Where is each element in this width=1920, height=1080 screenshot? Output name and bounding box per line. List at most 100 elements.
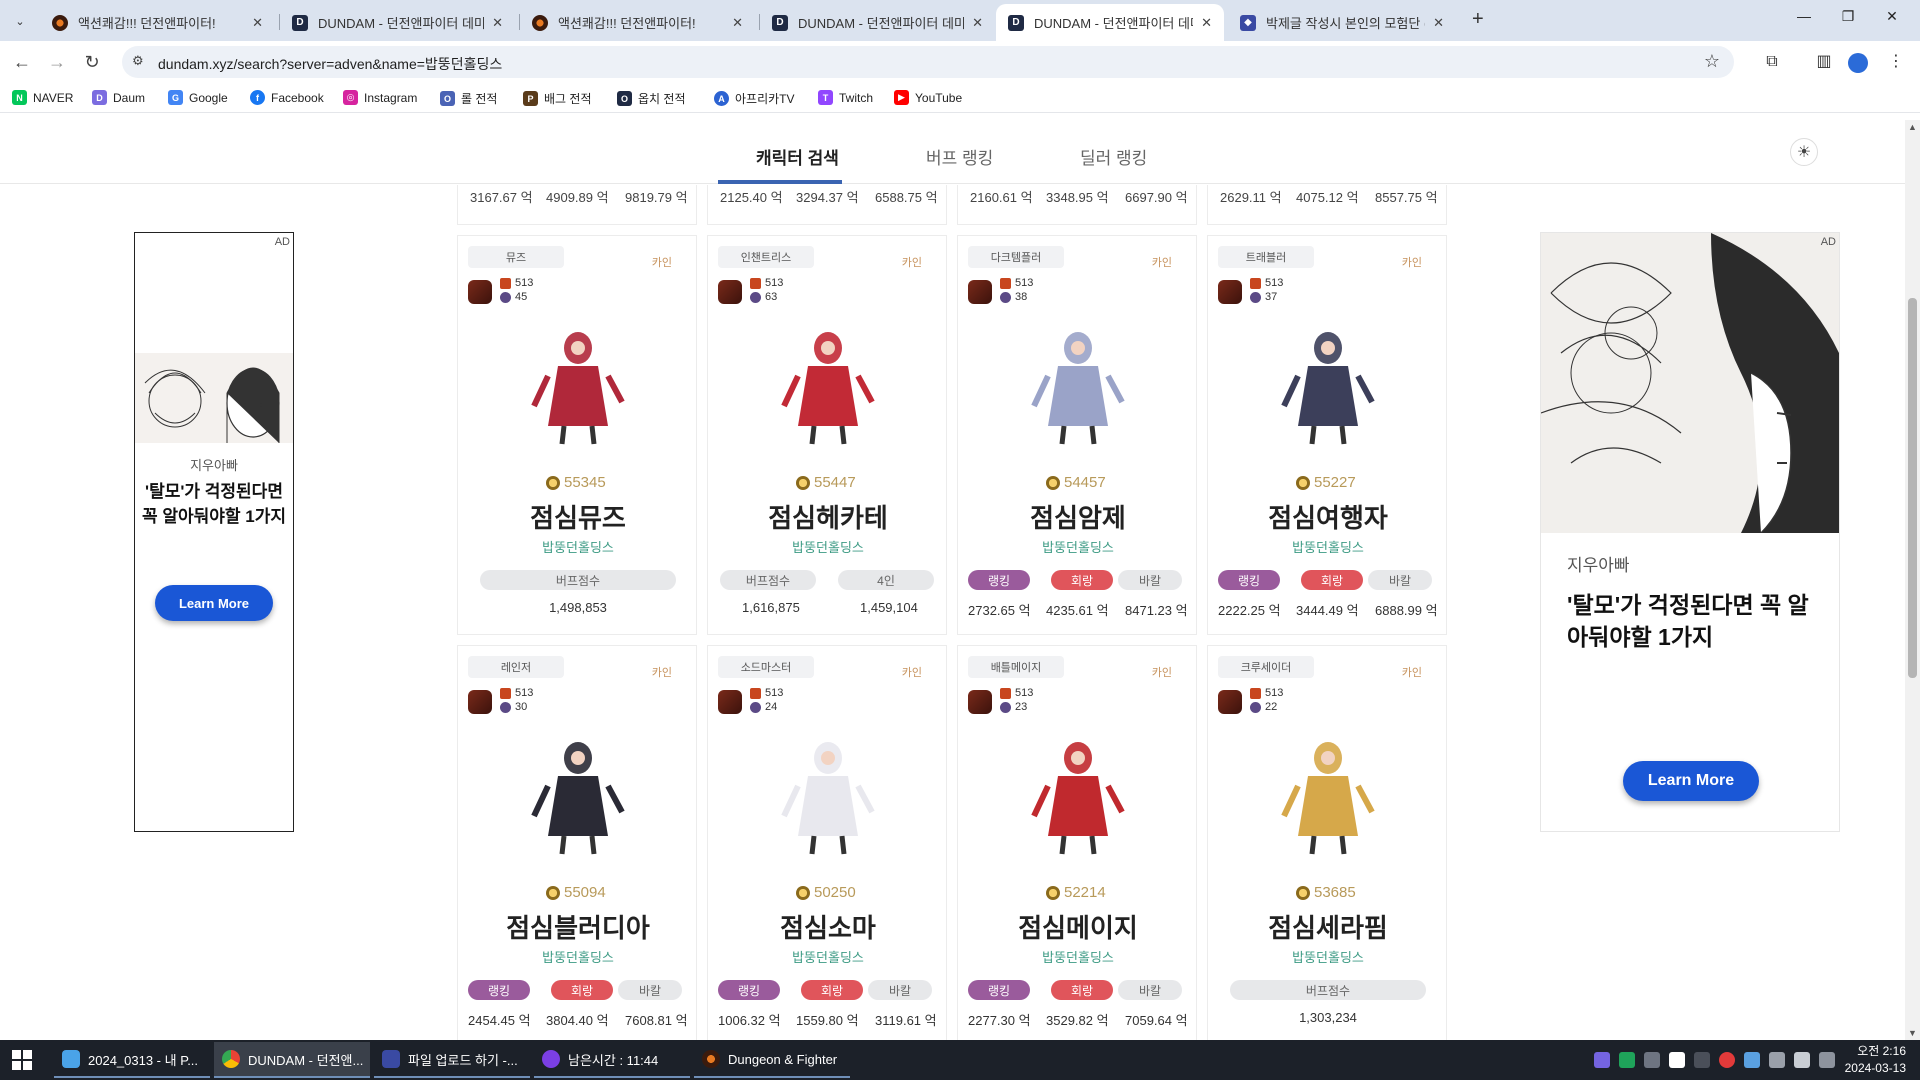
clock-date: 2024-03-13 <box>1844 1061 1906 1075</box>
character-card[interactable]: 크루세이더 카인 513 22 53685 점심세라핌 밥뚱던홀딩스 버프점수 1,303,23… <box>1207 645 1447 1040</box>
network-icon[interactable] <box>1769 1052 1785 1068</box>
game-favicon-icon <box>532 14 548 31</box>
character-name[interactable]: 점심세라핌 <box>1208 908 1448 945</box>
character-name[interactable]: 점심메이지 <box>958 908 1198 945</box>
tray-app-icon[interactable] <box>1744 1052 1760 1068</box>
site-info-icon[interactable]: ⚙ <box>132 53 144 69</box>
taskbar-file-explorer[interactable]: 2024_0313 - 내 P... <box>54 1042 210 1078</box>
browser-tab-6[interactable]: ◆ 박제글 작성시 본인의 모험단 ( ✕ <box>1228 4 1456 41</box>
restore-icon[interactable]: ❐ <box>1826 8 1870 25</box>
tab-search-chevron-icon[interactable]: ⌄ <box>8 9 32 33</box>
ad-learn-more-button[interactable]: Learn More <box>155 585 273 621</box>
tab-buff-ranking[interactable]: 버프 랭킹 <box>926 144 993 169</box>
bookmark-afreecatv[interactable]: A 아프리카TV <box>714 90 795 107</box>
windows-taskbar: 2024_0313 - 내 P... DUNDAM - 던전앤... 파일 업로… <box>0 1040 1920 1080</box>
forward-arrow-icon[interactable]: → <box>45 50 69 74</box>
url-text[interactable]: dundam.xyz/search?server=adven&name=밥뚱던홀… <box>158 54 502 74</box>
close-window-icon[interactable]: ✕ <box>1870 8 1914 25</box>
taskbar-chrome[interactable]: DUNDAM - 던전앤... <box>214 1042 370 1078</box>
address-bar[interactable]: ⚙ dundam.xyz/search?server=adven&name=밥뚱… <box>122 46 1734 78</box>
bookmark-star-icon[interactable]: ☆ <box>1704 51 1720 72</box>
tray-app-icon[interactable] <box>1719 1052 1735 1068</box>
bookmark-google[interactable]: G Google <box>168 90 228 105</box>
character-name[interactable]: 점심소마 <box>708 908 948 945</box>
character-name[interactable]: 점심여행자 <box>1208 498 1448 535</box>
taskbar-timer[interactable]: 남은시간 : 11:44 <box>534 1042 690 1078</box>
character-card[interactable]: 배틀메이지 카인 513 23 52214 점심메이지 밥뚱던홀딩스 랭킹 2277.30 억 회… <box>957 645 1197 1040</box>
close-icon[interactable]: ✕ <box>1193 15 1212 31</box>
character-sprite-icon <box>781 332 875 445</box>
character-name[interactable]: 점심암제 <box>958 498 1198 535</box>
damage-value: 7608.81 억 <box>625 1013 688 1028</box>
browser-tab-2[interactable]: D DUNDAM - 던전앤파이터 데미 ✕ <box>280 4 515 41</box>
bookmark-pubg[interactable]: P 배그 전적 <box>523 90 592 107</box>
character-card[interactable]: 다크템플러 카인 513 38 54457 점심암제 밥뚱던홀딩스 랭킹 2732.65 억 회랑… <box>957 235 1197 635</box>
back-arrow-icon[interactable]: ← <box>10 50 34 74</box>
tab-character-search[interactable]: 캐릭터 검색 <box>756 144 839 169</box>
close-icon[interactable]: ✕ <box>964 15 983 31</box>
bookmark-instagram[interactable]: ◎ Instagram <box>343 90 417 105</box>
game-favicon-icon <box>52 14 68 31</box>
profile-avatar-icon[interactable] <box>1848 53 1868 73</box>
file-explorer-icon <box>62 1050 80 1068</box>
close-icon[interactable]: ✕ <box>484 15 503 31</box>
character-card[interactable]: 소드마스터 카인 513 24 50250 점심소마 밥뚱던홀딩스 랭킹 1006.32 억 회랑… <box>707 645 947 1040</box>
character-card[interactable]: 트래블러 카인 513 37 55227 점심여행자 밥뚱던홀딩스 랭킹 2222.25 억 회랑… <box>1207 235 1447 635</box>
server-name: 카인 <box>1401 667 1422 679</box>
extensions-puzzle-icon[interactable]: ⧉ <box>1760 50 1784 74</box>
close-icon[interactable]: ✕ <box>244 15 263 31</box>
bookmark-label: Instagram <box>364 90 418 105</box>
page-scrollbar[interactable]: ▲ ▼ <box>1905 120 1920 1040</box>
tab-title: DUNDAM - 던전앤파이터 데미 <box>1034 16 1194 31</box>
ad-learn-more-button[interactable]: Learn More <box>1623 761 1759 801</box>
buff-score-value: 1,498,853 <box>549 600 607 615</box>
windows-start-icon[interactable] <box>12 1050 32 1070</box>
browser-tab-1[interactable]: 액션쾌감!!! 던전앤파이터! ✕ <box>40 4 275 41</box>
bookmark-twitch[interactable]: T Twitch <box>818 90 873 105</box>
close-icon[interactable]: ✕ <box>1425 15 1444 31</box>
volume-icon[interactable] <box>1794 1052 1810 1068</box>
taskbar-dungeon-fighter[interactable]: Dungeon & Fighter <box>694 1042 850 1078</box>
bookmark-lol[interactable]: O 롤 전적 <box>440 90 497 107</box>
tray-app-icon[interactable] <box>1694 1052 1710 1068</box>
bookmark-daum[interactable]: D Daum <box>92 90 145 105</box>
new-tab-plus-icon[interactable]: + <box>1472 8 1484 31</box>
tray-app-icon[interactable] <box>1644 1052 1660 1068</box>
browser-tab-4[interactable]: D DUNDAM - 던전앤파이터 데미 ✕ <box>760 4 995 41</box>
tray-app-icon[interactable] <box>1594 1052 1610 1068</box>
character-card[interactable]: 레인저 카인 513 30 55094 점심블러디아 밥뚱던홀딩스 랭킹 2454.45 억 회랑… <box>457 645 697 1040</box>
character-card[interactable]: 뮤즈 카인 513 45 55345 점심뮤즈 밥뚱던홀딩스 버프점수 1,498,853 <box>457 235 697 635</box>
tab-dealer-ranking[interactable]: 딜러 랭킹 <box>1080 144 1147 169</box>
bookmark-overwatch[interactable]: O 옵치 전적 <box>617 90 686 107</box>
reload-icon[interactable]: ↻ <box>80 50 104 74</box>
side-panel-icon[interactable]: ▥ <box>1812 50 1836 74</box>
character-name[interactable]: 점심헤카테 <box>708 498 948 535</box>
bookmark-youtube[interactable]: ▶ YouTube <box>894 90 962 105</box>
bookmark-facebook[interactable]: f Facebook <box>250 90 324 105</box>
ad-banner-right[interactable]: AD 지우아빠 '탈모'가 걱정된다면 꼭 알아둬야할 1가지 Learn Mo… <box>1540 232 1840 832</box>
notification-icon[interactable] <box>1819 1052 1835 1068</box>
browser-tab-5-active[interactable]: D DUNDAM - 던전앤파이터 데미 ✕ <box>996 4 1224 41</box>
theme-toggle-sun-icon[interactable]: ☀ <box>1790 138 1818 166</box>
minimize-icon[interactable]: — <box>1782 8 1826 24</box>
ad-banner-left[interactable]: AD 지우아빠 '탈모'가 걱정된다면 꼭 알아둬야할 1가지 Learn Mo… <box>134 232 294 832</box>
character-card[interactable]: 인챈트리스 카인 513 63 55447 점심헤카테 밥뚱던홀딩스 버프점수 4인 1,616,… <box>707 235 947 635</box>
character-name[interactable]: 점심블러디아 <box>458 908 698 945</box>
taskbar-file-upload[interactable]: 파일 업로드 하기 -... <box>374 1042 530 1078</box>
scroll-up-arrow-icon[interactable]: ▲ <box>1908 122 1917 132</box>
tray-app-icon[interactable] <box>1669 1052 1685 1068</box>
prev-card-row-4: 2629.11 억 4075.12 억 8557.75 억 <box>1207 185 1447 225</box>
tray-app-icon[interactable] <box>1619 1052 1635 1068</box>
taskbar-label: 2024_0313 - 내 P... <box>88 1052 199 1068</box>
bookmarks-bar: N NAVER D Daum G Google f Facebook ◎ Instagra… <box>0 83 1920 113</box>
scroll-down-arrow-icon[interactable]: ▼ <box>1908 1028 1917 1038</box>
hoe-badge: 회랑 <box>1051 570 1113 590</box>
damage-value: 4235.61 억 <box>1046 603 1109 618</box>
system-clock[interactable]: 오전 2:16 2024-03-13 <box>1836 1043 1906 1077</box>
scrollbar-thumb[interactable] <box>1908 298 1917 679</box>
close-icon[interactable]: ✕ <box>724 15 743 31</box>
kebab-menu-icon[interactable]: ⋮ <box>1884 50 1908 74</box>
character-name[interactable]: 점심뮤즈 <box>458 498 698 535</box>
browser-tab-3[interactable]: 액션쾌감!!! 던전앤파이터! ✕ <box>520 4 755 41</box>
bookmark-naver[interactable]: N NAVER <box>12 90 73 105</box>
